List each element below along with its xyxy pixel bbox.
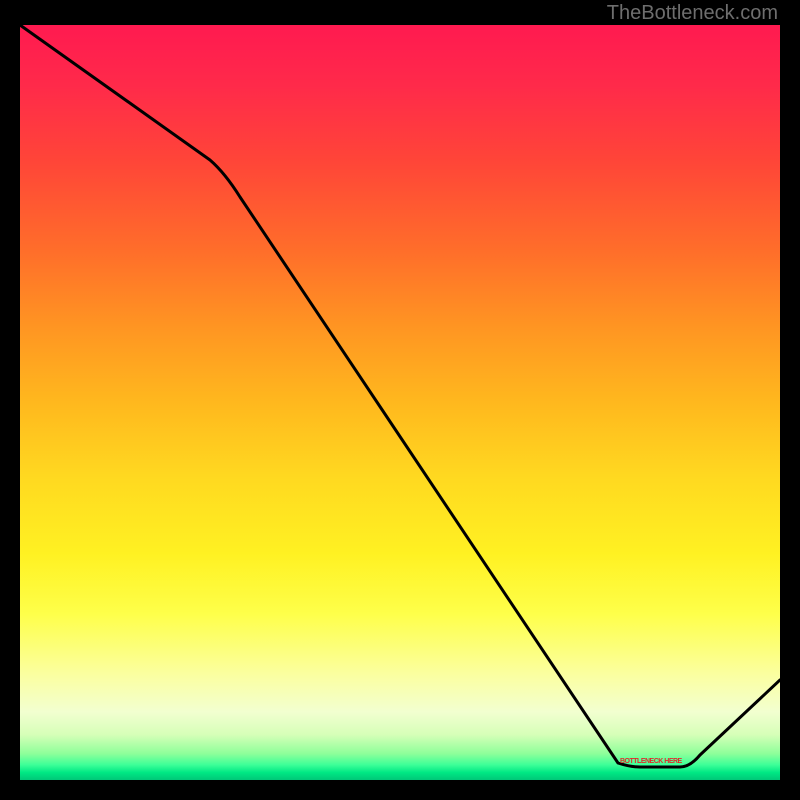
bottleneck-marker-label: BOTTLENECK HERE — [620, 758, 682, 765]
plot-gradient-background — [20, 25, 780, 780]
watermark-text: TheBottleneck.com — [607, 2, 778, 25]
chart-container: BOTTLENECK HERE TheBottleneck.com — [0, 0, 800, 800]
